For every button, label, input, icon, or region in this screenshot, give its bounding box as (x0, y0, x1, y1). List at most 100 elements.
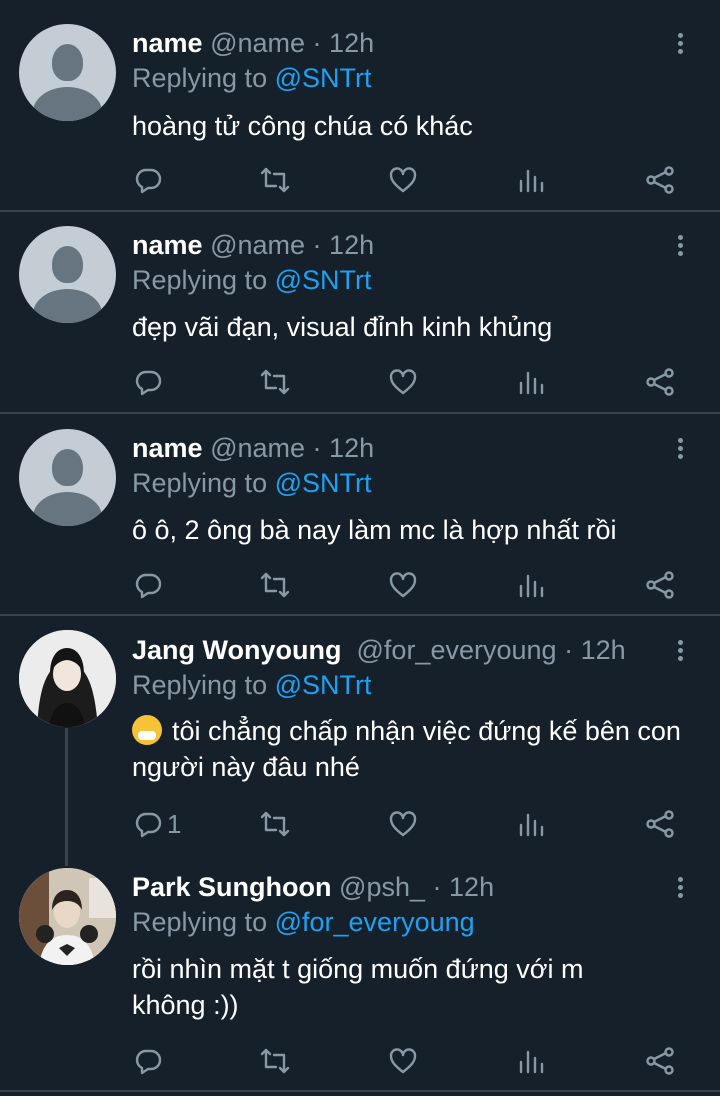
mention-link[interactable]: @SNTrt (275, 468, 372, 498)
analytics-button[interactable] (516, 365, 546, 399)
reply-icon (135, 1049, 162, 1075)
retweet-button[interactable] (260, 568, 290, 602)
share-button[interactable] (645, 807, 675, 841)
share-button[interactable] (645, 1044, 675, 1078)
retweet-icon (260, 167, 290, 193)
reply-button[interactable] (133, 365, 167, 399)
separator: · (312, 230, 322, 260)
display-name[interactable]: name (132, 230, 203, 260)
like-icon (389, 1048, 417, 1074)
replying-to: Replying to @SNTrt (132, 61, 372, 95)
share-button[interactable] (645, 568, 675, 602)
action-bar: 1 (0, 807, 720, 841)
user-handle[interactable]: @name (210, 230, 305, 260)
reply-icon (135, 168, 162, 194)
more-options-icon[interactable] (670, 232, 690, 262)
user-handle[interactable]: @for_everyoung (357, 635, 557, 665)
timestamp: 12h (329, 230, 375, 260)
timestamp: 12h (329, 28, 375, 58)
retweet-button[interactable] (260, 163, 290, 197)
analytics-icon (519, 1050, 544, 1074)
analytics-button[interactable] (516, 1044, 546, 1078)
tweet[interactable]: name @name · 12h Replying to @SNTrt hoàn… (0, 0, 720, 210)
share-icon (646, 1047, 674, 1075)
mention-link[interactable]: @SNTrt (275, 265, 372, 295)
mention-link[interactable]: @SNTrt (275, 63, 372, 93)
sneezing-face-emoji (132, 715, 162, 745)
reply-button[interactable] (133, 163, 167, 197)
avatar[interactable] (19, 24, 116, 121)
tweet-text: đẹp vãi đạn, visual đỉnh kinh khủng (132, 312, 553, 342)
more-options-icon[interactable] (670, 30, 690, 60)
avatar[interactable] (19, 630, 116, 727)
like-button[interactable] (388, 807, 418, 841)
user-handle[interactable]: @name (210, 433, 305, 463)
like-button[interactable] (388, 568, 418, 602)
mention-link[interactable]: @for_everyoung (275, 907, 475, 937)
display-name[interactable]: name (132, 28, 203, 58)
avatar[interactable] (19, 226, 116, 323)
action-bar (0, 1044, 720, 1078)
like-button[interactable] (388, 365, 418, 399)
share-icon (646, 810, 674, 838)
separator: · (564, 635, 574, 665)
tweet[interactable]: name @name · 12h Replying to @SNTrt ô ô,… (0, 414, 720, 614)
user-handle[interactable]: @name (210, 28, 305, 58)
mention-link[interactable]: @SNTrt (275, 670, 372, 700)
display-name[interactable]: Park Sunghoon (132, 872, 332, 902)
tweet-text: ô ô, 2 ông bà nay làm mc là hợp nhất rồi (132, 515, 617, 545)
share-button[interactable] (645, 365, 675, 399)
replying-to: Replying to @SNTrt (132, 668, 372, 702)
display-name[interactable]: name (132, 433, 203, 463)
tweet-text-container: tôi chẳng chấp nhận việc đứng kế bên con… (132, 713, 692, 785)
action-bar (0, 568, 720, 602)
display-name[interactable]: Jang Wonyoung (132, 635, 342, 665)
replying-to: Replying to @SNTrt (132, 263, 372, 297)
analytics-button[interactable] (516, 807, 546, 841)
like-icon (389, 167, 417, 193)
user-handle[interactable]: @psh_ (339, 872, 425, 902)
profile-photo (19, 868, 116, 965)
tweet-text: tôi chẳng chấp nhận việc đứng kế bên con… (132, 716, 681, 782)
tweet[interactable]: Jang Wonyoung @for_everyoung · 12h Reply… (0, 616, 720, 856)
share-icon (646, 166, 674, 194)
more-options-icon[interactable] (670, 874, 690, 904)
retweet-button[interactable] (260, 365, 290, 399)
tweet[interactable]: name @name · 12h Replying to @SNTrt đẹp … (0, 212, 720, 412)
separator: · (312, 433, 322, 463)
analytics-icon (519, 574, 544, 598)
like-button[interactable] (388, 163, 418, 197)
analytics-button[interactable] (516, 163, 546, 197)
retweet-icon (260, 369, 290, 395)
retweet-icon (260, 572, 290, 598)
reply-icon (135, 573, 162, 599)
divider (0, 1090, 720, 1092)
avatar[interactable] (19, 868, 116, 965)
tweet-header: Park Sunghoon @psh_ · 12h (132, 870, 494, 904)
like-icon (389, 572, 417, 598)
tweet-header: name @name · 12h (132, 431, 374, 465)
like-icon (389, 811, 417, 837)
reply-button[interactable]: 1 (133, 807, 181, 841)
tweet-text: rồi nhìn mặt t giống muốn đứng với m khô… (132, 954, 584, 1020)
tweet[interactable]: Park Sunghoon @psh_ · 12h Replying to @f… (0, 856, 720, 1090)
analytics-icon (519, 169, 544, 193)
avatar[interactable] (19, 429, 116, 526)
reply-button[interactable] (133, 568, 167, 602)
analytics-button[interactable] (516, 568, 546, 602)
share-icon (646, 368, 674, 396)
timestamp: 12h (329, 433, 375, 463)
tweet-text: hoàng tử công chúa có khác (132, 111, 473, 141)
separator: · (432, 872, 442, 902)
retweet-button[interactable] (260, 807, 290, 841)
replying-label: Replying to (132, 468, 268, 498)
like-button[interactable] (388, 1044, 418, 1078)
retweet-button[interactable] (260, 1044, 290, 1078)
more-options-icon[interactable] (670, 637, 690, 667)
more-options-icon[interactable] (670, 435, 690, 465)
timestamp: 12h (449, 872, 495, 902)
share-button[interactable] (645, 163, 675, 197)
reply-icon (135, 370, 162, 396)
reply-button[interactable] (133, 1044, 167, 1078)
separator: · (312, 28, 322, 58)
